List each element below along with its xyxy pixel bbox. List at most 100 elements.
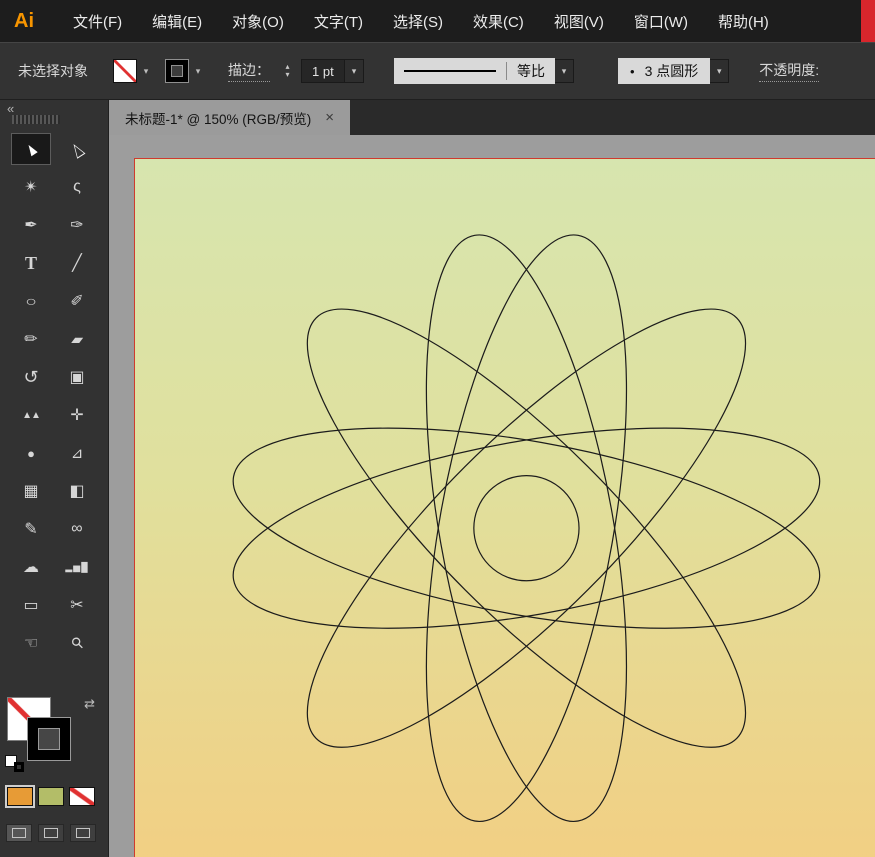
ellipse-path (218, 391, 834, 666)
none-button[interactable] (70, 788, 94, 805)
stepper-down-icon[interactable]: ▾ (285, 71, 289, 79)
tools-panel: « ▲ △ ✴ ς ✒ ✑ T ╱ ○ ✐ ✏ ▰ ↺ ▣ ▲▲ ✛ ● ⊿ ▦ ◧ ✎ ∞ ☁ ▂▅█ ▭ ✂ ☜ ⚲ ⇄ (0, 100, 109, 857)
menu-item[interactable]: 编辑(E) (137, 11, 217, 32)
blend-tool-icon: ∞ (71, 520, 82, 538)
free-transform-tool[interactable]: ▣ (58, 362, 96, 392)
perspective-grid-tool-icon: ⊿ (71, 444, 84, 462)
menu-item[interactable]: 视图(V) (539, 11, 619, 32)
stroke-width-chevron-icon[interactable]: ▾ (345, 59, 364, 83)
slice-tool[interactable]: ✂ (58, 590, 96, 620)
draw-normal-button[interactable] (6, 824, 32, 842)
column-graph-tool[interactable]: ▂▅█ (58, 552, 96, 582)
draw-inside-button[interactable] (70, 824, 96, 842)
default-stroke-icon (14, 762, 24, 772)
type-tool[interactable]: T (12, 248, 50, 278)
draw-mode-buttons (6, 824, 96, 842)
paintbrush-tool[interactable]: ✐ (58, 286, 96, 316)
brush-label: 3 点圆形 (645, 61, 699, 81)
swap-fill-stroke-icon[interactable]: ⇄ (84, 696, 95, 712)
gradient-tool[interactable]: ◧ (58, 476, 96, 506)
hand-tool[interactable]: ☜ (12, 628, 50, 658)
shape-builder-tool[interactable]: ● (12, 438, 50, 468)
center-circle-path (474, 476, 579, 581)
workspace: « ▲ △ ✴ ς ✒ ✑ T ╱ ○ ✐ ✏ ▰ ↺ ▣ ▲▲ ✛ ● ⊿ ▦ ◧ ✎ ∞ ☁ ▂▅█ ▭ ✂ ☜ ⚲ ⇄ 未标题-… (0, 100, 875, 857)
ellipse-flower-artwork[interactable] (135, 159, 875, 857)
ellipse-path (255, 256, 799, 800)
menu-item[interactable]: 效果(C) (458, 11, 539, 32)
rotate-tool-icon: ↺ (23, 367, 38, 388)
draw-inside-icon (76, 828, 90, 838)
rotate-tool[interactable]: ↺ (12, 362, 50, 392)
pencil-tool[interactable]: ✏ (12, 324, 50, 354)
tab-close-icon[interactable]: × (325, 110, 334, 125)
menu-item[interactable]: 窗口(W) (619, 11, 703, 32)
panel-drag-handle[interactable] (12, 115, 60, 124)
brush-chevron-icon[interactable]: ▾ (710, 59, 729, 83)
stroke-profile-label: 等比 (517, 61, 545, 81)
ellipse-path (389, 220, 664, 836)
curvature-tool[interactable]: ✑ (58, 210, 96, 240)
eyedropper-tool[interactable]: ✎ (12, 514, 50, 544)
artboard-tool[interactable]: ▭ (12, 590, 50, 620)
lasso-tool-icon: ς (73, 178, 81, 196)
selection-tool[interactable]: ▲ (12, 134, 50, 164)
lasso-tool[interactable]: ς (58, 172, 96, 202)
stroke-width-input[interactable]: 1 pt (301, 59, 345, 83)
gradient-tool-icon: ◧ (69, 481, 84, 501)
gradient-button[interactable] (39, 788, 63, 805)
stroke-profile-combo[interactable]: 等比 (394, 58, 555, 84)
color-button[interactable] (8, 788, 32, 805)
direct-selection-tool[interactable]: △ (58, 134, 96, 164)
menu-item[interactable]: 文件(F) (58, 11, 137, 32)
mesh-tool[interactable]: ▦ (12, 476, 50, 506)
hand-tool-icon: ☜ (24, 633, 38, 653)
stroke-width-stepper[interactable]: ▴ ▾ (280, 57, 295, 85)
brush-preview-dot-icon: • (630, 64, 635, 79)
window-close-button[interactable] (861, 0, 875, 42)
fill-dropdown-chevron-icon[interactable]: ▾ (138, 60, 154, 82)
fill-color-swatch[interactable] (114, 60, 136, 82)
pencil-tool-icon: ✏ (24, 329, 37, 349)
zoom-tool[interactable]: ⚲ (58, 628, 96, 658)
blend-tool[interactable]: ∞ (58, 514, 96, 544)
stroke-color-swatch[interactable] (166, 60, 188, 82)
draw-behind-button[interactable] (38, 824, 64, 842)
symbol-sprayer-tool-icon: ☁ (23, 557, 39, 577)
stroke-profile-chevron-icon[interactable]: ▾ (555, 59, 574, 83)
menu-bar: Ai 文件(F)编辑(E)对象(O)文字(T)选择(S)效果(C)视图(V)窗口… (0, 0, 875, 42)
collapse-panel-button[interactable]: « (7, 101, 14, 116)
menu-item[interactable]: 帮助(H) (703, 11, 784, 32)
artboard-tool-icon: ▭ (23, 595, 38, 615)
menu-items: 文件(F)编辑(E)对象(O)文字(T)选择(S)效果(C)视图(V)窗口(W)… (58, 11, 784, 32)
tool-grid: ▲ △ ✴ ς ✒ ✑ T ╱ ○ ✐ ✏ ▰ ↺ ▣ ▲▲ ✛ ● ⊿ ▦ ◧ ✎ ∞ ☁ ▂▅█ ▭ ✂ ☜ ⚲ (8, 130, 100, 662)
free-transform-tool-icon: ▣ (69, 367, 84, 387)
selection-tool-icon: ▲ (20, 137, 42, 162)
width-tool[interactable]: ▲▲ (12, 400, 50, 430)
eraser-tool[interactable]: ▰ (58, 324, 96, 354)
document-tab[interactable]: 未标题-1* @ 150% (RGB/预览) × (109, 100, 350, 135)
stroke-dropdown-chevron-icon[interactable]: ▾ (190, 60, 206, 82)
document-tab-title: 未标题-1* @ 150% (RGB/预览) (125, 108, 311, 128)
menu-item[interactable]: 文字(T) (299, 11, 378, 32)
opacity-panel-link[interactable]: 不透明度: (759, 60, 819, 82)
ellipse-tool[interactable]: ○ (12, 286, 50, 316)
canvas-pasteboard[interactable] (109, 135, 875, 857)
stroke-panel-link[interactable]: 描边： (228, 60, 270, 82)
eyedropper-tool-icon: ✎ (24, 519, 37, 539)
magic-wand-tool[interactable]: ✴ (12, 172, 50, 202)
line-segment-tool-icon: ╱ (72, 253, 82, 273)
pen-tool[interactable]: ✒ (12, 210, 50, 240)
stroke-indicator-black[interactable] (28, 718, 70, 760)
brush-combo[interactable]: • 3 点圆形 (618, 58, 710, 84)
puppet-warp-tool[interactable]: ✛ (58, 400, 96, 430)
perspective-grid-tool[interactable]: ⊿ (58, 438, 96, 468)
symbol-sprayer-tool[interactable]: ☁ (12, 552, 50, 582)
ellipse-path (389, 220, 664, 836)
line-segment-tool[interactable]: ╱ (58, 248, 96, 278)
menu-item[interactable]: 对象(O) (217, 11, 299, 32)
app-logo: Ai (14, 10, 34, 33)
artboard[interactable] (134, 158, 875, 857)
paintbrush-tool-icon: ✐ (70, 291, 83, 311)
default-fill-stroke-button[interactable] (6, 756, 24, 772)
menu-item[interactable]: 选择(S) (378, 11, 458, 32)
